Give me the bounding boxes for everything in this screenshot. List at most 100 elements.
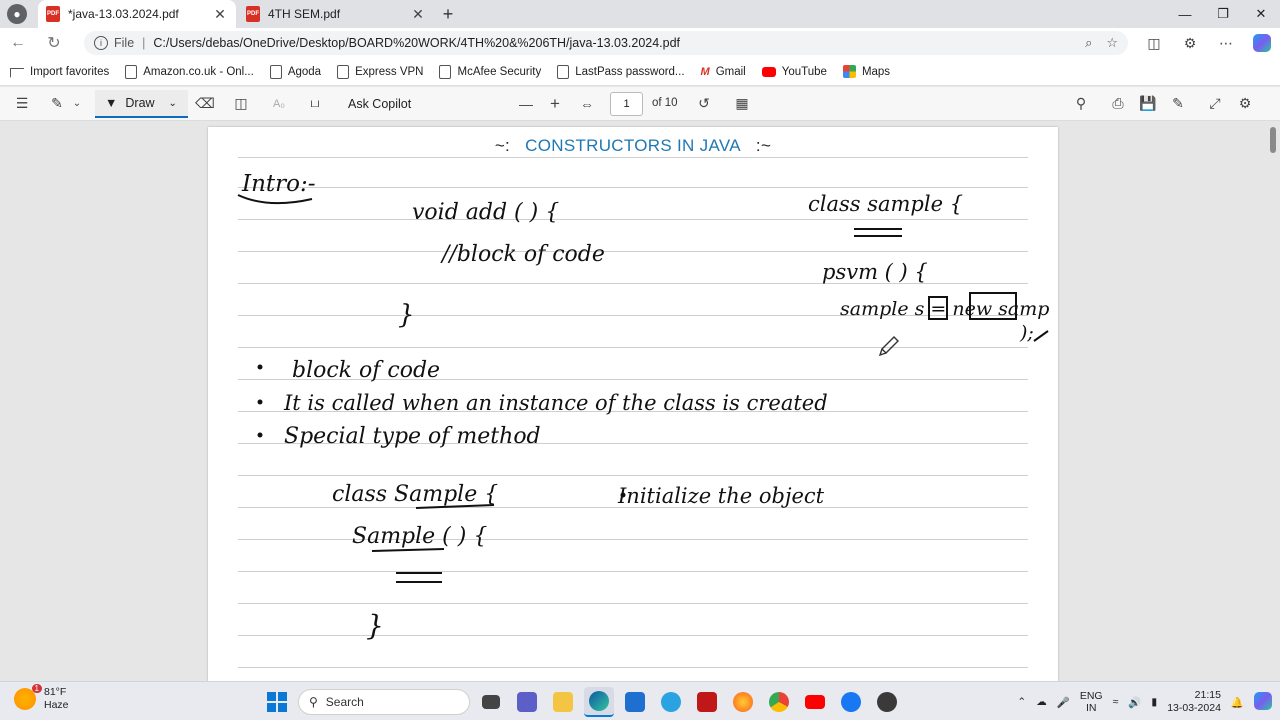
wifi-icon[interactable]: ≈ bbox=[1113, 696, 1119, 708]
notifications-bell-icon[interactable]: 🔔 bbox=[1231, 696, 1244, 709]
document-viewport[interactable]: ~: CONSTRUCTORS IN JAVA :~ Intro:- void … bbox=[0, 121, 1280, 681]
translate-icon[interactable]: ப bbox=[304, 87, 326, 121]
back-icon[interactable]: ← bbox=[0, 34, 36, 52]
minimize-icon[interactable]: — bbox=[1166, 0, 1204, 28]
close-tab-icon[interactable]: ✕ bbox=[410, 6, 426, 23]
right-code-line-3: sample s = new samp bbox=[840, 298, 1049, 320]
split-screen-icon[interactable]: ◫ bbox=[1136, 28, 1172, 58]
bullet-dot bbox=[257, 432, 263, 438]
chrome-icon[interactable] bbox=[764, 687, 794, 717]
chevron-up-icon[interactable]: ⌃ bbox=[1017, 696, 1026, 708]
fullscreen-icon[interactable]: ⤢ bbox=[1205, 87, 1225, 121]
favorite-label: YouTube bbox=[781, 65, 827, 78]
page-number-input[interactable]: 1 bbox=[610, 92, 643, 116]
window-controls: — ❐ ✕ bbox=[1166, 0, 1280, 28]
view-icon[interactable]: ◫ bbox=[231, 87, 251, 121]
favorite-maps[interactable]: Maps bbox=[842, 65, 890, 78]
favorite-lastpass[interactable]: LastPass password... bbox=[557, 64, 685, 79]
bullet-dot bbox=[257, 364, 263, 370]
start-button[interactable] bbox=[262, 687, 292, 717]
favorite-star-icon[interactable]: ☆ bbox=[1106, 35, 1118, 51]
settings-gear-icon[interactable]: ⚙ bbox=[1235, 87, 1255, 121]
refresh-icon[interactable]: ↻ bbox=[36, 33, 72, 53]
extensions-icon[interactable]: ⚙ bbox=[1172, 28, 1208, 58]
print-icon[interactable]: ⎙ bbox=[1108, 87, 1128, 121]
highlight-icon[interactable]: ✎ bbox=[46, 87, 68, 121]
close-tab-icon[interactable]: ✕ bbox=[212, 6, 228, 23]
bottom-class-line: class Sample { bbox=[332, 482, 498, 507]
browser-actions: ◫ ⚙ ⋯ bbox=[1136, 28, 1280, 58]
firefox-icon[interactable] bbox=[728, 687, 758, 717]
chat-icon[interactable] bbox=[656, 687, 686, 717]
read-aloud-icon[interactable]: A₀ bbox=[268, 87, 290, 121]
new-tab-button[interactable]: + bbox=[434, 0, 462, 28]
favorite-agoda[interactable]: Agoda bbox=[269, 64, 322, 79]
app-icon[interactable] bbox=[872, 687, 902, 717]
zoom-in-icon[interactable]: + bbox=[545, 87, 565, 121]
eraser-icon[interactable]: ⌫ bbox=[195, 87, 215, 121]
youtube-app-icon[interactable] bbox=[800, 687, 830, 717]
cloud-icon[interactable]: ☁ bbox=[1036, 696, 1047, 708]
battery-icon[interactable]: ▮ bbox=[1151, 696, 1157, 708]
windows-logo-icon bbox=[267, 692, 287, 712]
code-close-brace: } bbox=[398, 300, 415, 330]
tab-inactive[interactable]: PDF 4TH SEM.pdf ✕ bbox=[238, 0, 434, 28]
pdf-file-icon: PDF bbox=[46, 6, 60, 22]
scrollbar-thumb[interactable] bbox=[1270, 127, 1276, 153]
more-menu-icon[interactable]: ⋯ bbox=[1208, 28, 1244, 58]
zoom-out-icon[interactable]: — bbox=[516, 87, 536, 121]
task-view-icon[interactable] bbox=[476, 687, 506, 717]
save-as-icon[interactable]: ✎ bbox=[1168, 87, 1188, 121]
chevron-down-icon: ⌄ bbox=[168, 97, 177, 109]
store-icon[interactable] bbox=[620, 687, 650, 717]
zoom-icon[interactable]: ⌕ bbox=[1085, 35, 1092, 51]
file-explorer-icon[interactable] bbox=[548, 687, 578, 717]
ask-copilot-button[interactable]: Ask Copilot bbox=[348, 97, 411, 111]
copilot-icon[interactable] bbox=[1244, 28, 1280, 58]
edge-icon[interactable] bbox=[584, 687, 614, 717]
rotate-icon[interactable]: ↺ bbox=[694, 87, 714, 121]
bullet-dot bbox=[620, 492, 626, 498]
favorite-gmail[interactable]: M Gmail bbox=[701, 66, 746, 78]
constructor-underline bbox=[371, 548, 445, 552]
fit-page-icon[interactable]: ⇔ bbox=[577, 87, 597, 121]
address-bar: ← ↻ i File | C:/Users/debas/OneDrive/Des… bbox=[0, 28, 1280, 58]
favorite-expressvpn[interactable]: Express VPN bbox=[337, 64, 423, 79]
page-icon bbox=[557, 64, 570, 79]
favorite-youtube[interactable]: YouTube bbox=[761, 65, 827, 78]
save-icon[interactable]: 💾 bbox=[1138, 87, 1158, 121]
info-icon[interactable]: i bbox=[94, 36, 108, 50]
contents-icon[interactable]: ☰ bbox=[10, 87, 34, 121]
url-field[interactable]: i File | C:/Users/debas/OneDrive/Desktop… bbox=[84, 31, 1128, 55]
favorite-label: Agoda bbox=[287, 65, 322, 78]
language-indicator[interactable]: ENG IN bbox=[1080, 690, 1103, 714]
tab-active[interactable]: PDF *java-13.03.2024.pdf ✕ bbox=[38, 0, 236, 28]
gmail-icon: M bbox=[700, 65, 710, 78]
clock-date: 13-03-2024 bbox=[1167, 702, 1221, 714]
weather-widget[interactable]: 1 81°F Haze bbox=[14, 684, 69, 712]
draw-button[interactable]: ▼ Draw ⌄ bbox=[95, 90, 188, 118]
mcafee-icon[interactable] bbox=[692, 687, 722, 717]
pdf-page[interactable]: ~: CONSTRUCTORS IN JAVA :~ Intro:- void … bbox=[208, 127, 1058, 681]
copilot-taskbar-icon[interactable] bbox=[1254, 691, 1272, 713]
search-icon: ⚲ bbox=[309, 695, 318, 709]
taskbar-search[interactable]: ⚲ Search bbox=[298, 689, 470, 715]
facebook-icon[interactable] bbox=[836, 687, 866, 717]
page-view-icon[interactable]: ▦ bbox=[732, 87, 752, 121]
restore-icon[interactable]: ❐ bbox=[1204, 0, 1242, 28]
bullet-dot bbox=[257, 399, 263, 405]
favorite-amazon[interactable]: Amazon.co.uk - Onl... bbox=[125, 64, 254, 79]
favorite-mcafee[interactable]: McAfee Security bbox=[439, 64, 541, 79]
teams-icon[interactable] bbox=[512, 687, 542, 717]
profile-button[interactable]: ● bbox=[0, 0, 34, 28]
clock[interactable]: 21:15 13-03-2024 bbox=[1167, 689, 1221, 715]
favorite-label: Gmail bbox=[715, 65, 746, 78]
scrollbar[interactable] bbox=[1270, 127, 1276, 677]
search-icon[interactable]: ⚲ bbox=[1071, 87, 1091, 121]
microphone-icon[interactable]: 🎤 bbox=[1057, 696, 1070, 709]
chevron-down-icon[interactable]: ⌄ bbox=[70, 87, 84, 121]
favorite-import[interactable]: Import favorites bbox=[10, 65, 109, 78]
volume-icon[interactable]: 🔊 bbox=[1128, 696, 1141, 709]
close-window-icon[interactable]: ✕ bbox=[1242, 0, 1280, 28]
pdf-toolbar: ☰ ✎ ⌄ ▼ Draw ⌄ ⌫ ◫ A₀ ப Ask Copilot — + … bbox=[0, 87, 1280, 121]
